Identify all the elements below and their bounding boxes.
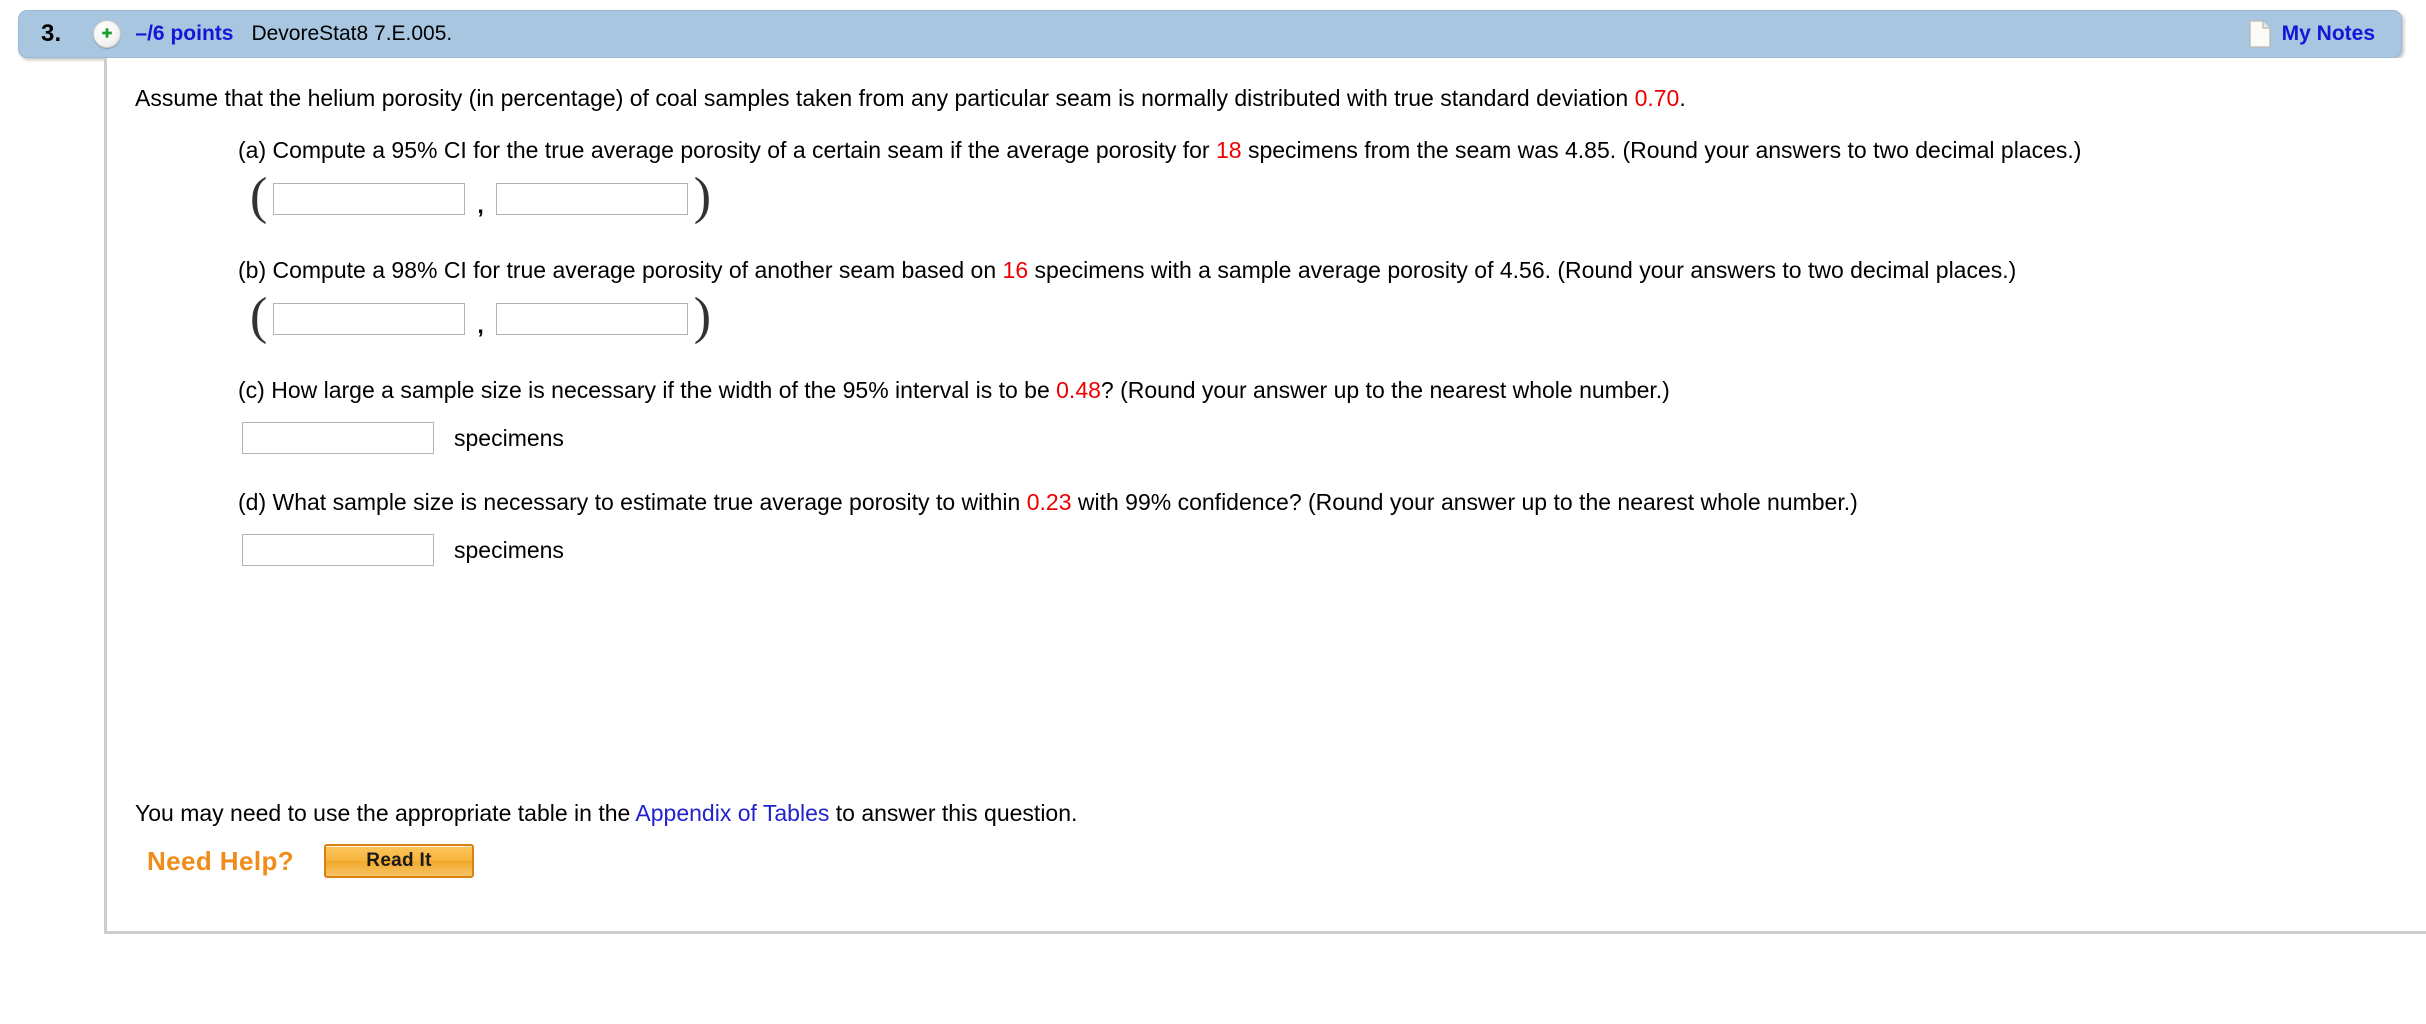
appendix-note: You may need to use the appropriate tabl… — [135, 800, 1077, 827]
part-c-answer-row: specimens — [242, 422, 2408, 454]
open-paren: ( — [250, 288, 268, 345]
part-d-sample-size-input[interactable] — [242, 534, 434, 566]
close-paren: ) — [693, 168, 712, 225]
question-part-c: (c) How large a sample size is necessary… — [238, 374, 2408, 454]
need-help-label: Need Help? — [147, 845, 295, 876]
part-c-text-before: (c) How large a sample size is necessary… — [238, 377, 1057, 403]
question-header-bar: 3. –/6 points DevoreStat8 7.E.005. My No… — [18, 10, 2402, 58]
part-a-text-before: (a) Compute a 95% CI for the true averag… — [238, 137, 1216, 163]
interval-separator: , — [477, 311, 484, 338]
part-b-lower-bound-input[interactable] — [273, 303, 466, 335]
part-b-text-before: (b) Compute a 98% CI for true average po… — [238, 257, 1003, 283]
close-paren: ) — [693, 288, 712, 345]
question-number: 3. — [41, 20, 62, 47]
part-b-prompt: (b) Compute a 98% CI for true average po… — [238, 254, 2408, 286]
plus-circle-icon[interactable] — [93, 20, 122, 48]
read-it-button[interactable]: Read It — [324, 844, 475, 878]
part-b-text-after: specimens with a sample average porosity… — [1028, 257, 2017, 283]
stem-text-before: Assume that the helium porosity (in perc… — [135, 85, 1635, 111]
my-notes-label: My Notes — [2281, 22, 2375, 45]
part-c-sample-size-input[interactable] — [242, 422, 434, 454]
part-c-unit-label: specimens — [454, 424, 564, 451]
part-d-text-after: with 99% confidence? (Round your answer … — [1071, 489, 1858, 515]
appendix-text-after: to answer this question. — [829, 800, 1078, 826]
part-c-highlight: 0.48 — [1056, 377, 1101, 403]
assignment-code: DevoreStat8 7.E.005. — [251, 22, 453, 45]
question-part-a: (a) Compute a 95% CI for the true averag… — [238, 134, 2408, 225]
part-b-upper-bound-input[interactable] — [495, 303, 688, 335]
need-help-row: Need Help? Read It — [147, 844, 475, 878]
question-part-b: (b) Compute a 98% CI for true average po… — [238, 254, 2408, 345]
question-body-panel: Assume that the helium porosity (in perc… — [104, 58, 2426, 934]
document-icon — [2248, 20, 2271, 48]
part-d-text-before: (d) What sample size is necessary to est… — [238, 489, 1027, 515]
part-b-answer-row: ( , ) — [244, 288, 2408, 345]
appendix-of-tables-link[interactable]: Appendix of Tables — [635, 800, 829, 826]
question-part-d: (d) What sample size is necessary to est… — [238, 486, 2408, 566]
part-d-highlight: 0.23 — [1026, 489, 1072, 515]
part-a-upper-bound-input[interactable] — [495, 183, 688, 215]
appendix-text-before: You may need to use the appropriate tabl… — [135, 800, 636, 826]
part-a-answer-row: ( , ) — [244, 168, 2408, 225]
read-it-label: Read It — [366, 850, 432, 871]
part-a-prompt: (a) Compute a 95% CI for the true averag… — [238, 134, 2408, 166]
stem-text-after: . — [1679, 85, 1686, 111]
part-a-lower-bound-input[interactable] — [273, 183, 466, 215]
stem-sigma-value: 0.70 — [1634, 85, 1680, 111]
part-a-text-after: specimens from the seam was 4.85. (Round… — [1241, 137, 2082, 163]
part-c-text-after: ? (Round your answer up to the nearest w… — [1100, 377, 1670, 403]
part-d-prompt: (d) What sample size is necessary to est… — [238, 486, 2408, 518]
my-notes-button[interactable]: My Notes — [2248, 20, 2375, 48]
question-stem: Assume that the helium porosity (in perc… — [135, 83, 2405, 113]
question-parts-list: (a) Compute a 95% CI for the true averag… — [238, 134, 2408, 566]
interval-separator: , — [477, 191, 484, 218]
points-label: –/6 points — [135, 22, 234, 45]
part-d-answer-row: specimens — [242, 534, 2408, 566]
part-c-prompt: (c) How large a sample size is necessary… — [238, 374, 2408, 406]
part-d-unit-label: specimens — [454, 536, 564, 563]
part-b-highlight: 16 — [1002, 257, 1029, 283]
open-paren: ( — [250, 168, 268, 225]
part-a-highlight: 18 — [1215, 137, 1242, 163]
